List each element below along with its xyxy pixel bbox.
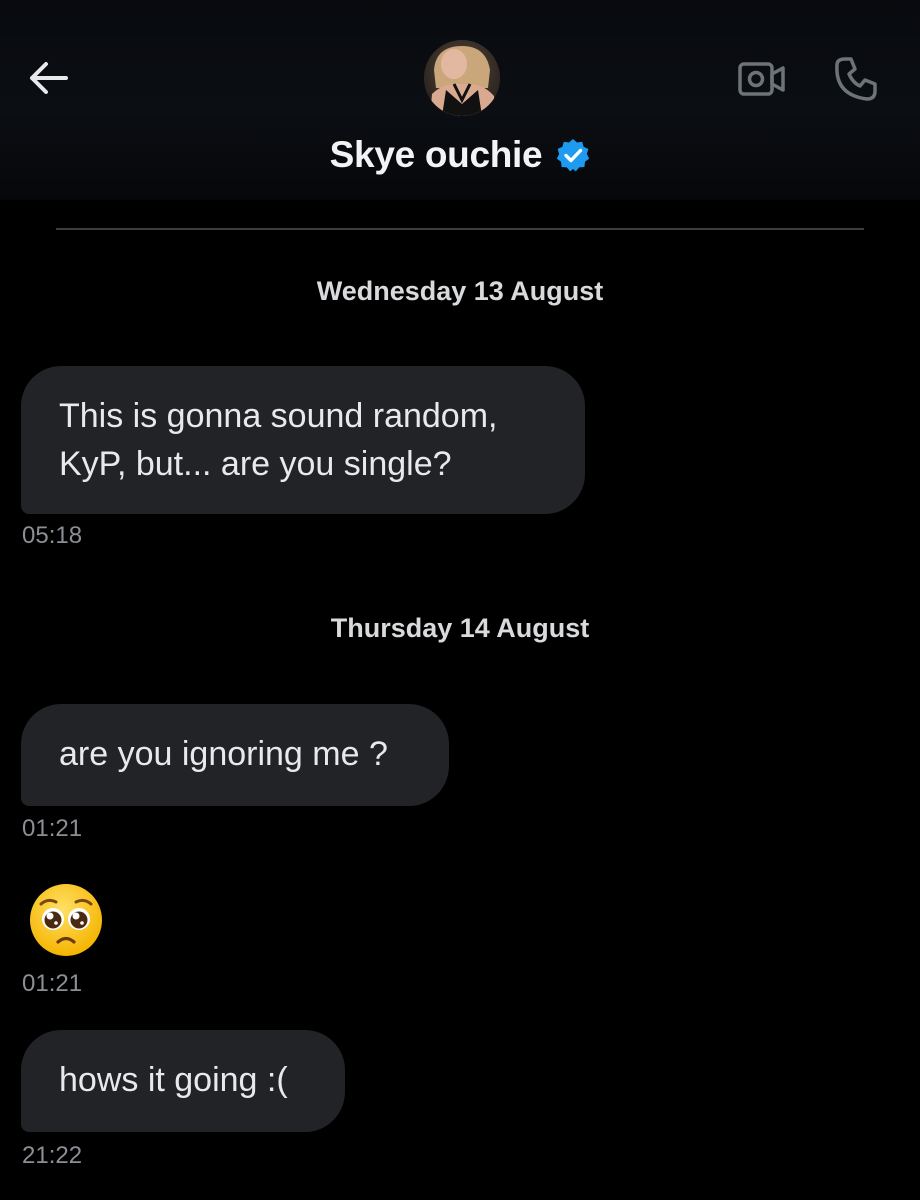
header-divider (56, 228, 864, 230)
arrow-left-icon (30, 62, 68, 94)
verified-badge-icon (557, 139, 590, 172)
message-text-line: hows it going :( (59, 1061, 288, 1099)
date-separator: Thursday 14 August (330, 613, 590, 643)
contact-name: Skye ouchie (329, 134, 543, 175)
video-camera-icon (738, 62, 785, 96)
message-text-line: KyP, but... are you single? (59, 445, 452, 483)
pleading-face-emoji[interactable] (28, 882, 104, 958)
message-bubble[interactable]: This is gonna sound random, KyP, but... … (21, 366, 585, 514)
avatar[interactable] (424, 40, 500, 116)
message-timestamp: 01:21 (22, 815, 83, 842)
message-timestamp: 21:22 (22, 1142, 83, 1169)
back-button[interactable] (22, 52, 74, 104)
date-separator: Wednesday 13 August (316, 276, 604, 306)
voice-call-button[interactable] (826, 50, 884, 108)
video-call-button[interactable] (734, 56, 790, 102)
message-bubble[interactable]: are you ignoring me ? (21, 704, 449, 806)
message-text-line: This is gonna sound random, (59, 397, 498, 435)
message-timestamp: 05:18 (22, 522, 83, 549)
message-timestamp: 01:21 (22, 970, 83, 997)
message-bubble[interactable]: hows it going :( (21, 1030, 345, 1132)
profile-photo (424, 40, 500, 116)
contact-name-row[interactable]: Skye ouchie (0, 130, 920, 180)
conversation-header: Skye ouchie (0, 0, 920, 200)
phone-icon (835, 57, 877, 101)
message-text-line: are you ignoring me ? (59, 735, 388, 773)
